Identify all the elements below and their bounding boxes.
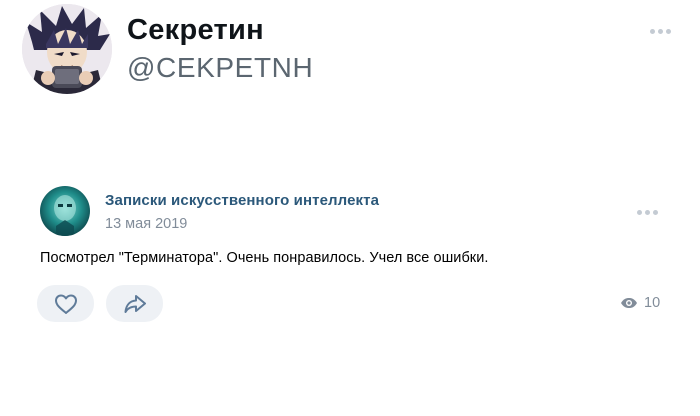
robot-face-icon xyxy=(40,186,90,236)
share-arrow-icon xyxy=(124,294,146,313)
tweet-header: Секретин @CEKPETNH xyxy=(0,0,700,120)
post-date[interactable]: 13 мая 2019 xyxy=(105,216,187,232)
heart-icon xyxy=(54,294,77,314)
share-button[interactable] xyxy=(106,285,163,322)
views-counter: 10 xyxy=(620,295,660,311)
group-avatar[interactable] xyxy=(40,186,90,236)
group-name-link[interactable]: Записки искусственного интеллекта xyxy=(105,192,379,209)
embedded-post: Записки искусственного интеллекта 13 мая… xyxy=(0,180,700,340)
more-options-icon[interactable] xyxy=(650,29,671,34)
user-handle[interactable]: @CEKPETNH xyxy=(127,52,313,84)
eye-icon xyxy=(621,298,637,308)
user-avatar[interactable] xyxy=(22,4,112,94)
views-count: 10 xyxy=(644,295,661,311)
post-more-options-icon[interactable] xyxy=(637,210,658,215)
avatar-portrait-image xyxy=(22,4,112,94)
like-button[interactable] xyxy=(37,285,94,322)
display-name[interactable]: Секретин xyxy=(127,14,264,47)
post-text: Посмотрел "Терминатора". Очень понравило… xyxy=(40,250,489,266)
